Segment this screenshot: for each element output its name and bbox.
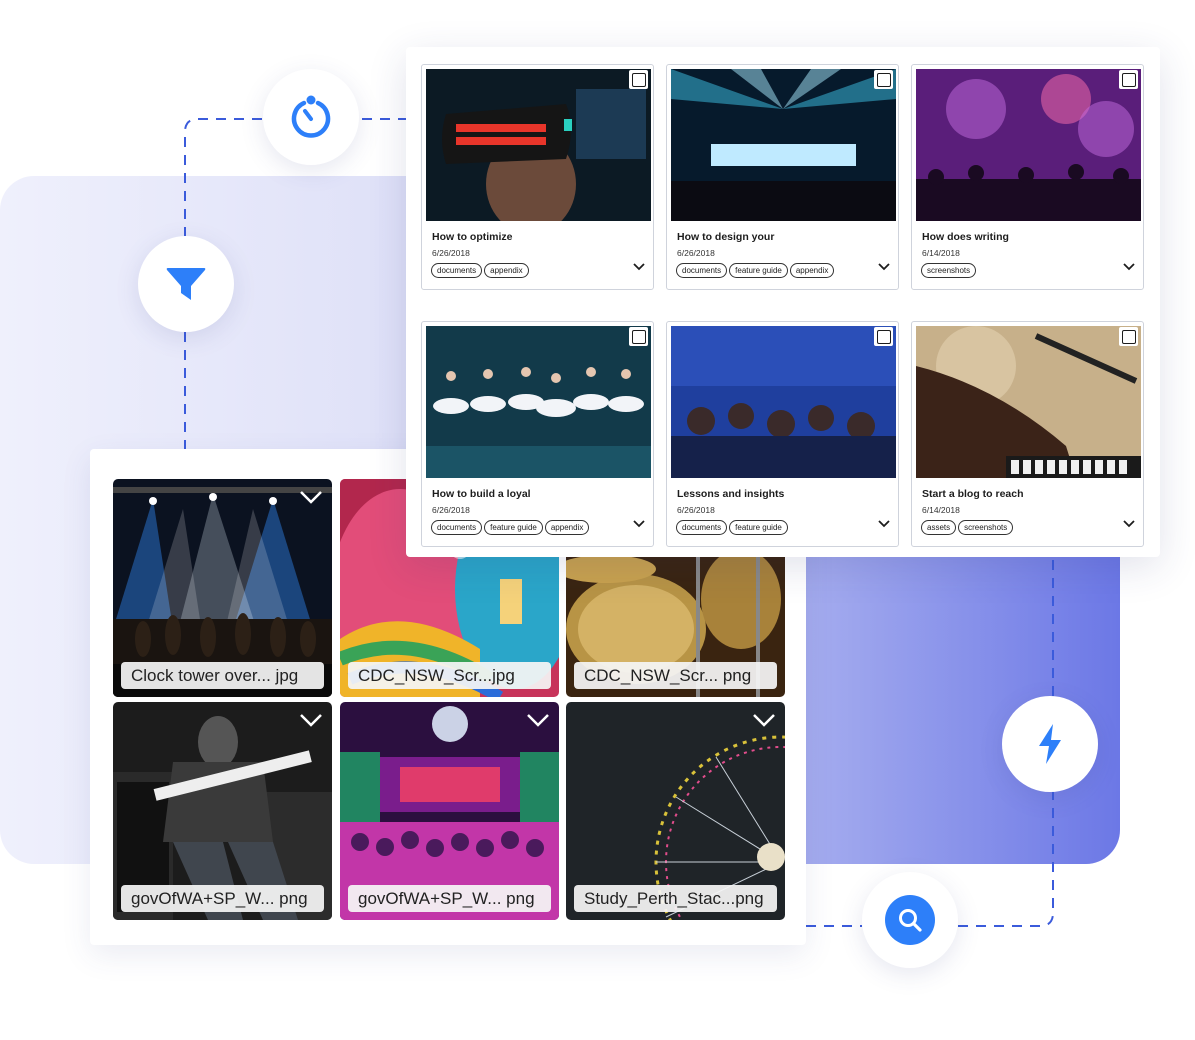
- tag[interactable]: feature guide: [484, 520, 543, 535]
- card-tags: documents feature guide appendix: [676, 263, 835, 278]
- select-checkbox[interactable]: [1119, 327, 1138, 346]
- card-date: 6/26/2018: [677, 248, 715, 258]
- tag[interactable]: feature guide: [729, 520, 788, 535]
- vr-headset-image: [426, 69, 651, 221]
- tag[interactable]: documents: [431, 520, 483, 535]
- tag[interactable]: feature guide: [729, 263, 788, 278]
- card-title: How to build a loyal: [432, 488, 531, 500]
- timer-icon: [291, 95, 331, 138]
- lightning-bolt-icon: [1039, 724, 1061, 764]
- select-checkbox[interactable]: [874, 70, 893, 89]
- tag[interactable]: assets: [921, 520, 957, 535]
- card-tags: screenshots: [921, 263, 977, 278]
- card-title: How to design your: [677, 231, 775, 243]
- content-card[interactable]: How to optimize 6/26/2018 documents appe…: [421, 64, 654, 290]
- search-button[interactable]: [885, 895, 935, 945]
- card-title: How does writing: [922, 231, 1009, 243]
- content-card[interactable]: How to design your 6/26/2018 documents f…: [666, 64, 899, 290]
- card-title: How to optimize: [432, 231, 513, 243]
- card-tags: documents appendix: [431, 263, 529, 278]
- chevron-down-icon[interactable]: [752, 712, 776, 728]
- search-icon: [899, 909, 922, 932]
- concert-lights-image: [671, 69, 896, 221]
- tag[interactable]: appendix: [544, 520, 590, 535]
- tag[interactable]: screenshots: [958, 520, 1014, 535]
- thumbnail-filename: CDC_NSW_Scr... png: [574, 662, 777, 689]
- chevron-down-icon[interactable]: [299, 489, 323, 505]
- chevron-down-icon[interactable]: [878, 262, 890, 272]
- chevron-down-icon[interactable]: [1123, 262, 1135, 272]
- select-checkbox[interactable]: [629, 327, 648, 346]
- thumbnail-tile[interactable]: govOfWA+SP_W... png: [340, 702, 559, 920]
- card-date: 6/26/2018: [677, 505, 715, 515]
- chevron-down-icon[interactable]: [633, 262, 645, 272]
- thumbnail-filename: CDC_NSW_Scr...jpg: [348, 662, 551, 689]
- search-button-wrapper: [862, 872, 958, 968]
- chevron-down-icon[interactable]: [526, 712, 550, 728]
- chevron-down-icon[interactable]: [299, 712, 323, 728]
- automation-button[interactable]: [1002, 696, 1098, 792]
- chevron-down-icon[interactable]: [1123, 519, 1135, 529]
- tag[interactable]: screenshots: [921, 263, 977, 278]
- card-title: Start a blog to reach: [922, 488, 1024, 500]
- card-tags: assets screenshots: [921, 520, 1014, 535]
- tag[interactable]: documents: [676, 263, 728, 278]
- chevron-down-icon[interactable]: [633, 519, 645, 529]
- content-card[interactable]: Start a blog to reach 6/14/2018 assets s…: [911, 321, 1144, 547]
- tag[interactable]: documents: [676, 520, 728, 535]
- filter-button[interactable]: [138, 236, 234, 332]
- content-cards-panel: How to optimize 6/26/2018 documents appe…: [406, 47, 1160, 557]
- piano-hand-image: [916, 326, 1141, 478]
- select-checkbox[interactable]: [629, 70, 648, 89]
- filter-icon: [166, 268, 206, 300]
- content-card[interactable]: How does writing 6/14/2018 screenshots: [911, 64, 1144, 290]
- select-checkbox[interactable]: [874, 327, 893, 346]
- tag[interactable]: appendix: [484, 263, 529, 278]
- chevron-down-icon[interactable]: [878, 519, 890, 529]
- card-tags: documents feature guide: [676, 520, 788, 535]
- timer-button[interactable]: [263, 69, 359, 165]
- card-date: 6/14/2018: [922, 505, 960, 515]
- card-date: 6/26/2018: [432, 248, 470, 258]
- thumbnail-tile[interactable]: govOfWA+SP_W... png: [113, 702, 332, 920]
- fireworks-crowd-image: [916, 69, 1141, 221]
- content-card[interactable]: How to build a loyal 6/26/2018 documents…: [421, 321, 654, 547]
- card-tags: documents feature guide appendix: [431, 520, 590, 535]
- card-title: Lessons and insights: [677, 488, 785, 500]
- tag[interactable]: documents: [431, 263, 483, 278]
- thumbnail-filename: Clock tower over... jpg: [121, 662, 324, 689]
- thumbnail-tile[interactable]: Study_Perth_Stac...png: [566, 702, 785, 920]
- audience-image: [671, 326, 896, 478]
- card-date: 6/14/2018: [922, 248, 960, 258]
- content-card[interactable]: Lessons and insights 6/26/2018 documents…: [666, 321, 899, 547]
- thumbnail-tile[interactable]: Clock tower over... jpg: [113, 479, 332, 697]
- select-checkbox[interactable]: [1119, 70, 1138, 89]
- thumbnail-filename: govOfWA+SP_W... png: [121, 885, 324, 912]
- tag[interactable]: appendix: [789, 263, 835, 278]
- thumbnail-filename: Study_Perth_Stac...png: [574, 885, 777, 912]
- ballet-dancers-image: [426, 326, 651, 478]
- card-date: 6/26/2018: [432, 505, 470, 515]
- thumbnail-filename: govOfWA+SP_W... png: [348, 885, 551, 912]
